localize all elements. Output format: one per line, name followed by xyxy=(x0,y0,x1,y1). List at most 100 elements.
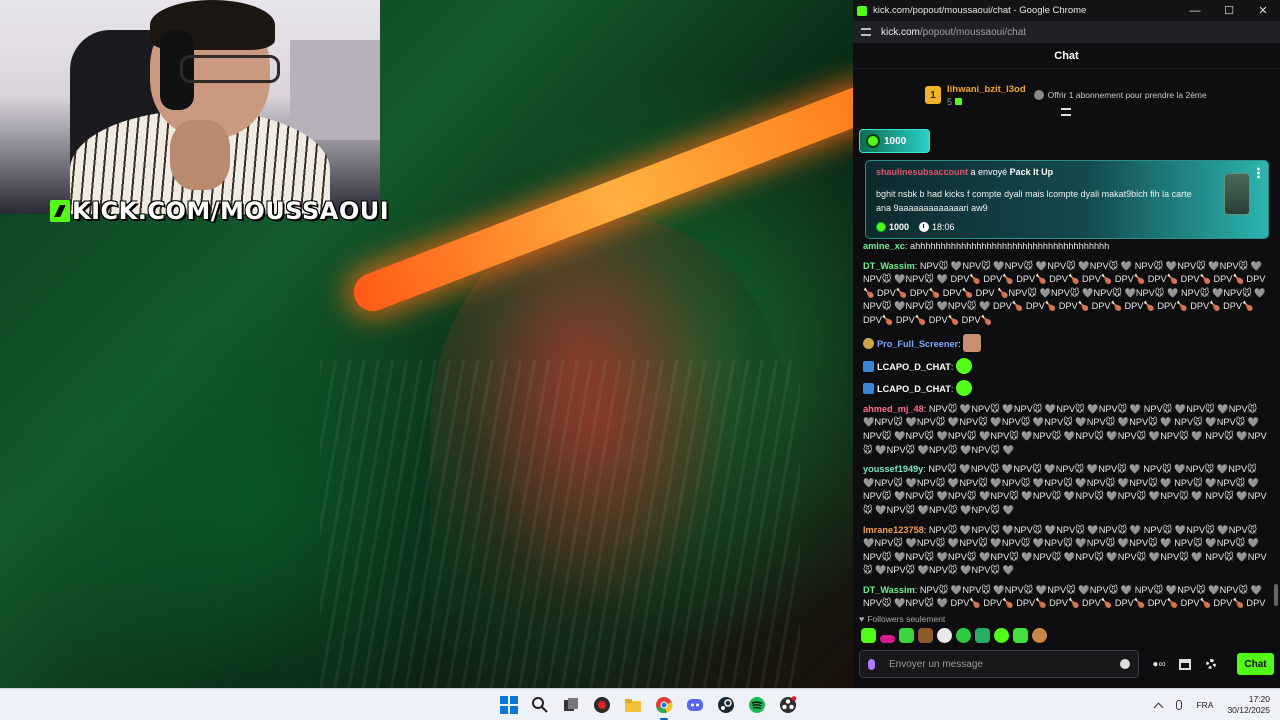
file-explorer-icon[interactable] xyxy=(622,694,644,716)
chrome-icon[interactable] xyxy=(653,694,675,720)
emote-wave-icon[interactable] xyxy=(975,628,990,643)
clock-date: 30/12/2025 xyxy=(1227,705,1270,715)
vip-badge-icon xyxy=(863,383,874,395)
discord-icon[interactable] xyxy=(684,694,706,716)
leader-info: lihwani_bzit_l3od 5 xyxy=(947,84,1026,107)
start-menu-icon[interactable] xyxy=(498,694,520,716)
chat-message: youssef1949y: NPV🐭 🩶NPV🐭 🩶NPV🐭 🩶NPV🐭 🩶NP… xyxy=(863,463,1270,517)
clock-time: 17:20 xyxy=(1248,694,1270,704)
gift-sub-offer[interactable]: Offrir 1 abonnement pour prendre la 2ème xyxy=(1033,90,1207,100)
chat-message-text: NPV🐭 🩶NPV🐭 🩶NPV🐭 🩶NPV🐭 🩶NPV🐭 🩶 NPV🐭 🩶NPV… xyxy=(863,584,1266,609)
windows-taskbar: FRA 17:20 30/12/2025 xyxy=(0,688,1280,720)
input-language[interactable]: FRA xyxy=(1196,700,1213,710)
chat-message: Imrane123758: NPV🐭 🩶NPV🐭 🩶NPV🐭 🩶NPV🐭 🩶NP… xyxy=(863,524,1270,578)
minimize-button[interactable]: — xyxy=(1178,5,1212,17)
heart-icon: ♥ xyxy=(859,614,865,624)
chat-message: Pro_Full_Screener: xyxy=(863,333,1270,352)
collapse-pinned-button[interactable] xyxy=(1061,108,1071,116)
spotify-icon[interactable] xyxy=(746,694,768,716)
stream-video[interactable]: KICK.COM/MOUSSAOUI xyxy=(0,0,853,688)
chat-username[interactable]: youssef1949y xyxy=(863,464,923,474)
window-titlebar[interactable]: kick.com/popout/moussaoui/chat - Google … xyxy=(853,0,1280,21)
maximize-button[interactable]: ☐ xyxy=(1212,4,1246,17)
kick-channel-overlay: KICK.COM/MOUSSAOUI xyxy=(50,196,389,226)
send-chat-button[interactable]: Chat xyxy=(1237,653,1274,675)
emote-bear-icon[interactable] xyxy=(1032,628,1047,643)
screen: KICK.COM/MOUSSAOUI kick.com/popout/mouss… xyxy=(0,0,1280,720)
leader-sub-count: 5 xyxy=(947,97,1026,107)
kicks-counter-pill[interactable]: 1000 xyxy=(859,129,930,153)
scrollbar-thumb[interactable] xyxy=(1274,584,1278,606)
steam-icon[interactable] xyxy=(715,694,737,716)
gift-icon xyxy=(1033,90,1044,100)
emote-quick-bar xyxy=(861,628,1047,643)
emote-pepe-icon xyxy=(955,357,972,374)
leader-username[interactable]: lihwani_bzit_l3od xyxy=(947,84,1026,95)
mic-icon[interactable] xyxy=(868,658,875,670)
kicks-infinity-icon[interactable]: ●∞ xyxy=(1151,657,1167,671)
collapse-icon xyxy=(1061,108,1071,116)
emote-pepe-icon[interactable] xyxy=(1013,628,1028,643)
emote-laugh-icon[interactable] xyxy=(956,628,971,643)
more-options-icon[interactable] xyxy=(1257,167,1260,179)
gift-meta: 1000 18:06 xyxy=(876,222,955,232)
system-clock[interactable]: 17:20 30/12/2025 xyxy=(1227,694,1270,716)
kick-logo-icon xyxy=(50,200,70,222)
emote-face-icon xyxy=(963,333,982,352)
site-settings-icon[interactable] xyxy=(861,28,871,36)
laurel-badge-icon xyxy=(863,337,874,349)
url-path: /popout/moussaoui/chat xyxy=(919,26,1027,38)
chat-scrollbar[interactable] xyxy=(1274,240,1278,610)
chat-username[interactable]: DT_Wassim xyxy=(863,585,915,595)
chat-username[interactable]: Imrane123758 xyxy=(863,525,924,535)
chat-username[interactable]: Pro_Full_Screener xyxy=(877,339,958,349)
webcam-overlay xyxy=(0,0,380,214)
emote-pink-icon[interactable] xyxy=(880,635,895,643)
chat-message: DT_Wassim: NPV🐭 🩶NPV🐭 🩶NPV🐭 🩶NPV🐭 🩶NPV🐭 … xyxy=(863,260,1270,328)
gift-kicks: 1000 xyxy=(876,222,909,232)
chat-header: Chat xyxy=(853,43,1280,69)
kicks-amount: 1000 xyxy=(884,135,907,147)
chat-message: LCAPO_D_CHAT: xyxy=(863,357,1270,375)
emote-frog-icon[interactable] xyxy=(899,628,914,643)
message-input[interactable] xyxy=(889,658,1120,670)
obs-icon[interactable] xyxy=(777,694,799,716)
chat-message: DT_Wassim: NPV🐭 🩶NPV🐭 🩶NPV🐭 🩶NPV🐭 🩶NPV🐭 … xyxy=(863,584,1270,610)
shop-icon[interactable] xyxy=(1177,657,1193,671)
message-input-wrapper[interactable] xyxy=(859,650,1139,678)
emote-blob-icon[interactable] xyxy=(994,628,1009,643)
chat-username[interactable]: amine_xc xyxy=(863,241,905,251)
gift-sender[interactable]: shaulinesubsaccount xyxy=(876,167,968,177)
app-red-icon[interactable] xyxy=(591,694,613,716)
emoji-picker-icon[interactable] xyxy=(1120,659,1130,669)
chat-tools: ●∞ xyxy=(1151,650,1219,678)
kicks-gift-card[interactable]: shaulinesubsaccount a envoyé Pack It Up … xyxy=(865,160,1269,239)
address-bar[interactable]: kick.com/popout/moussaoui/chat xyxy=(853,21,1280,43)
search-icon[interactable] xyxy=(529,694,551,716)
gift-card-header: shaulinesubsaccount a envoyé Pack It Up xyxy=(876,167,1258,177)
close-button[interactable]: ✕ xyxy=(1246,4,1280,17)
chat-username[interactable]: DT_Wassim xyxy=(863,261,915,271)
chat-message: amine_xc: ahhhhhhhhhhhhhhhhhhhhhhhhhhhhh… xyxy=(863,240,1270,254)
emote-pepe-icon xyxy=(955,380,972,397)
followers-only-notice: ♥ Followers seulement xyxy=(859,614,945,624)
chat-username[interactable]: LCAPO_D_CHAT xyxy=(877,384,951,394)
emote-kick-icon[interactable] xyxy=(861,628,876,643)
sub-count: 5 xyxy=(947,96,953,107)
microphone-icon[interactable] xyxy=(1176,700,1183,710)
pack-it-up-icon xyxy=(1224,173,1250,215)
task-view-icon[interactable] xyxy=(560,694,582,716)
chat-username[interactable]: ahmed_mj_48 xyxy=(863,404,924,414)
gift-verb: a envoyé xyxy=(970,167,1008,177)
system-tray: FRA 17:20 30/12/2025 xyxy=(1154,689,1270,720)
channel-url-text: KICK.COM/MOUSSAOUI xyxy=(72,197,390,225)
gift-message: bghit nsbk b had kicks f compte dyali ma… xyxy=(876,189,1192,213)
emote-face-icon[interactable] xyxy=(937,628,952,643)
gear-icon[interactable] xyxy=(1203,657,1219,671)
chat-messages[interactable]: amine_xc: ahhhhhhhhhhhhhhhhhhhhhhhhhhhhh… xyxy=(853,240,1280,610)
chat-username[interactable]: LCAPO_D_CHAT xyxy=(877,362,951,372)
sub-icon xyxy=(954,97,962,105)
chevron-up-icon[interactable] xyxy=(1154,702,1164,712)
chat-message-text: NPV🐭 🩶NPV🐭 🩶NPV🐭 🩶NPV🐭 🩶NPV🐭 🩶 NPV🐭 🩶NPV… xyxy=(863,260,1266,325)
emote-box-icon[interactable] xyxy=(918,628,933,643)
